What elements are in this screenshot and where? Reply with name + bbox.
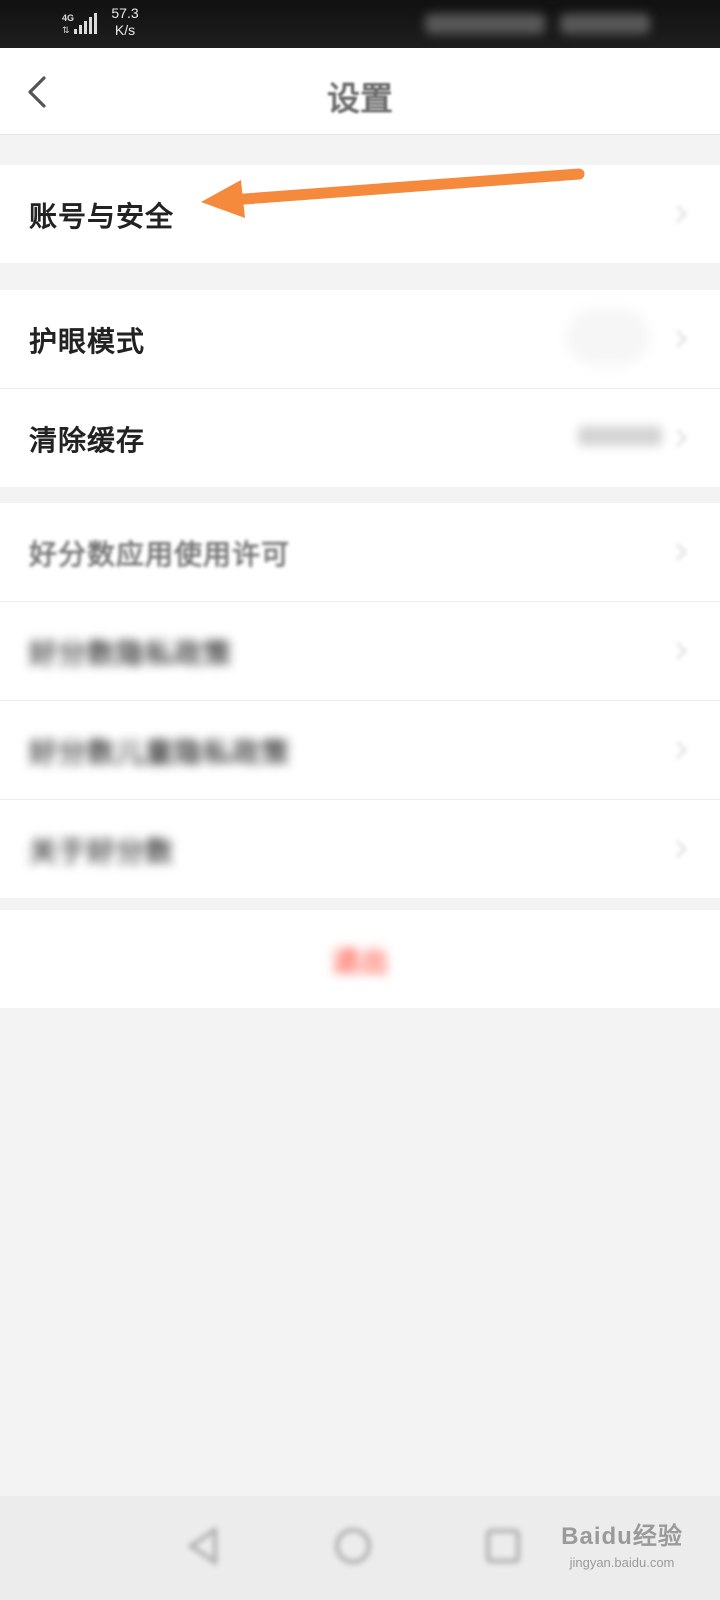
logout-label: 退出 (331, 945, 388, 978)
settings-item-license[interactable]: 好分数应用使用许可 (0, 503, 720, 601)
watermark-title: Baidu经验 (561, 1523, 683, 1550)
chevron-right-icon (676, 840, 687, 858)
settings-item-eye-care-mode[interactable]: 护眼模式 (0, 290, 720, 388)
signal-strength-icon: 4G ⇅ (62, 13, 97, 35)
network-speed-unit: K/s (114, 22, 136, 38)
chevron-right-icon (676, 642, 687, 660)
status-icons-blurred (425, 14, 545, 34)
settings-item-label: 好分数儿童隐私政策 (29, 736, 291, 769)
chevron-right-icon (676, 741, 687, 759)
chevron-right-icon (676, 205, 687, 223)
settings-item-label: 护眼模式 (29, 325, 146, 358)
system-navigation-bar: Baidu经验 jingyan.baidu.com (0, 1496, 720, 1600)
logout-button[interactable]: 退出 (0, 910, 720, 1008)
title-bar: 设置 (0, 48, 720, 135)
network-speed: 57.3 K/s (108, 5, 142, 39)
back-triangle-icon[interactable] (183, 1524, 227, 1568)
settings-item-privacy-policy[interactable]: 好分数隐私政策 (0, 601, 720, 700)
network-speed-value: 57.3 (111, 5, 139, 21)
settings-item-children-privacy[interactable]: 好分数儿童隐私政策 (0, 700, 720, 799)
svg-text:4G: 4G (62, 13, 74, 23)
settings-item-label: 关于好分数 (29, 835, 175, 868)
home-circle-icon[interactable] (331, 1524, 375, 1568)
settings-item-label: 清除缓存 (29, 424, 146, 457)
settings-item-about[interactable]: 关于好分数 (0, 799, 720, 898)
battery-time-blurred (560, 14, 650, 34)
watermark-url: jingyan.baidu.com (569, 1555, 675, 1570)
settings-item-label: 账号与安全 (29, 200, 175, 233)
status-bar: 4G ⇅ 57.3 K/s (0, 0, 720, 48)
settings-item-account-security[interactable]: 账号与安全 (0, 165, 720, 263)
settings-item-label: 好分数隐私政策 (29, 637, 233, 670)
settings-group-display: 护眼模式 清除缓存 (0, 290, 720, 487)
cache-size-value (578, 426, 662, 446)
eye-care-toggle[interactable] (566, 308, 650, 366)
settings-item-label: 好分数应用使用许可 (29, 538, 291, 571)
recents-square-icon[interactable] (481, 1524, 525, 1568)
chevron-right-icon (676, 429, 687, 447)
svg-text:⇅: ⇅ (62, 25, 70, 35)
chevron-right-icon (676, 330, 687, 348)
settings-group-about: 好分数应用使用许可 好分数隐私政策 好分数儿童隐私政策 关于好分数 (0, 503, 720, 898)
settings-item-clear-cache[interactable]: 清除缓存 (0, 388, 720, 487)
baidu-jingyan-watermark: Baidu经验 jingyan.baidu.com (552, 1516, 692, 1570)
page-title: 设置 (327, 79, 393, 118)
chevron-right-icon (676, 543, 687, 561)
settings-group-account: 账号与安全 (0, 165, 720, 263)
